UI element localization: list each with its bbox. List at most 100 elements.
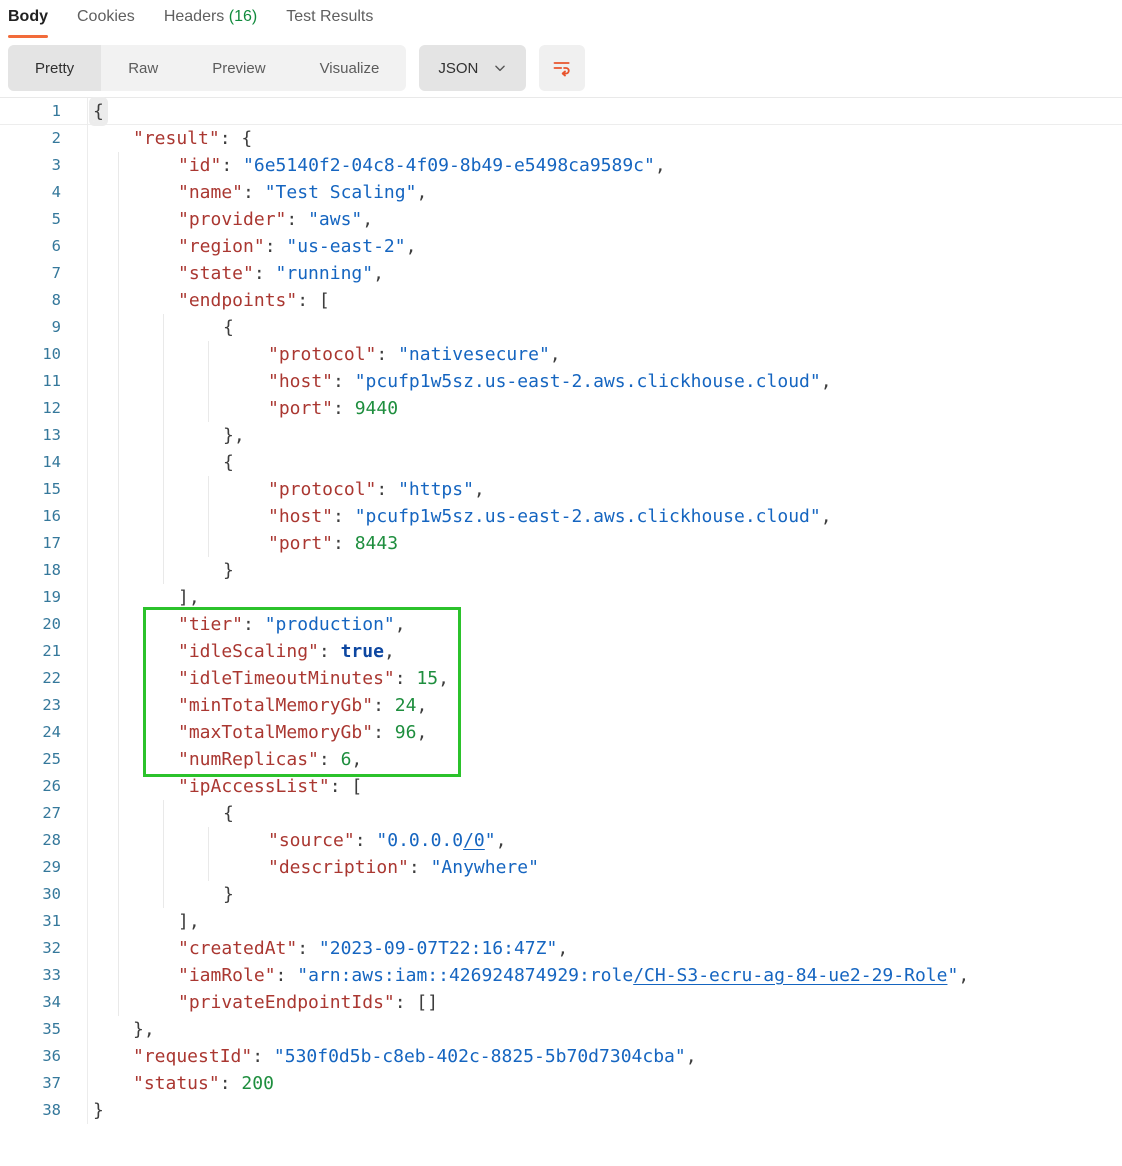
code-token: "port" — [268, 533, 333, 554]
code-token: }, — [133, 1019, 155, 1040]
code-line: 1{ — [0, 98, 1122, 125]
code-token: "description" — [268, 857, 409, 878]
code-token: , — [821, 371, 832, 392]
code-token: "530f0d5b-c8eb-402c-8825-5b70d7304cba" — [274, 1046, 686, 1067]
code-token: 96 — [395, 722, 417, 743]
tab-headers[interactable]: Headers (16) — [164, 8, 257, 38]
indent-guide — [118, 908, 119, 935]
code-token: , — [351, 749, 362, 770]
indent-guide — [118, 179, 119, 206]
line-number: 32 — [0, 935, 88, 962]
line-number: 33 — [0, 962, 88, 989]
indent-guide — [118, 611, 119, 638]
code-token: : — [333, 371, 355, 392]
code-token: : [ — [297, 290, 330, 311]
code-token: "state" — [178, 263, 254, 284]
code-line: 16"host": "pcufp1w5sz.us-east-2.aws.clic… — [0, 503, 1122, 530]
code-line: 5"provider": "aws", — [0, 206, 1122, 233]
line-number: 18 — [0, 557, 88, 584]
auto-link[interactable]: /CH-S3-ecru-ag-84-ue2-29-Role — [633, 965, 947, 986]
code-line: 6"region": "us-east-2", — [0, 233, 1122, 260]
code-token: "pcufp1w5sz.us-east-2.aws.clickhouse.clo… — [355, 371, 821, 392]
wrap-lines-button[interactable] — [539, 45, 585, 91]
code-token: "nativesecure" — [398, 344, 550, 365]
code-line: 38} — [0, 1097, 1122, 1124]
code-token: "numReplicas" — [178, 749, 319, 770]
line-number: 34 — [0, 989, 88, 1016]
indent-guide — [208, 827, 209, 854]
line-number: 15 — [0, 476, 88, 503]
code-token: "0.0.0.0 — [376, 830, 463, 851]
indent-guide — [163, 314, 164, 341]
line-number: 4 — [0, 179, 88, 206]
code-line: 21"idleScaling": true, — [0, 638, 1122, 665]
code-line: 13}, — [0, 422, 1122, 449]
format-select-value: JSON — [438, 60, 478, 77]
code-line: 33"iamRole": "arn:aws:iam::426924874929:… — [0, 962, 1122, 989]
line-number: 24 — [0, 719, 88, 746]
tab-cookies[interactable]: Cookies — [77, 8, 135, 38]
indent-guide — [163, 827, 164, 854]
code-token: "Anywhere" — [431, 857, 539, 878]
view-preview-button[interactable]: Preview — [185, 45, 292, 91]
tab-body-label: Body — [8, 8, 48, 25]
tab-headers-label: Headers — [164, 8, 224, 25]
code-token: , — [496, 830, 507, 851]
indent-guide — [163, 530, 164, 557]
code-token: : — [276, 965, 298, 986]
response-pane: Body Cookies Headers (16) Test Results P… — [0, 0, 1122, 1124]
code-line: 10"protocol": "nativesecure", — [0, 341, 1122, 368]
format-select[interactable]: JSON — [419, 45, 526, 91]
code-token: : — [409, 857, 431, 878]
code-token: : — [333, 398, 355, 419]
code-token: : [ — [330, 776, 363, 797]
indent-guide — [163, 395, 164, 422]
tab-test-results[interactable]: Test Results — [286, 8, 373, 38]
view-pretty-button[interactable]: Pretty — [8, 45, 101, 91]
code-token: : — [221, 155, 243, 176]
indent-guide — [163, 503, 164, 530]
code-token: "provider" — [178, 209, 286, 230]
code-token: "tier" — [178, 614, 243, 635]
code-token: ], — [178, 587, 200, 608]
code-token: 6 — [341, 749, 352, 770]
code-token: "region" — [178, 236, 265, 257]
view-raw-button[interactable]: Raw — [101, 45, 185, 91]
line-number: 23 — [0, 692, 88, 719]
code-token: "production" — [265, 614, 395, 635]
code-token: : — [243, 182, 265, 203]
code-token: "us-east-2" — [286, 236, 405, 257]
code-token: "pcufp1w5sz.us-east-2.aws.clickhouse.clo… — [355, 506, 821, 527]
indent-guide — [163, 476, 164, 503]
indent-guide — [208, 476, 209, 503]
response-body-editor[interactable]: 1{2"result": {3"id": "6e5140f2-04c8-4f09… — [0, 97, 1122, 1124]
line-number: 25 — [0, 746, 88, 773]
indent-guide — [118, 881, 119, 908]
auto-link[interactable]: /0 — [463, 830, 485, 851]
code-token: "https" — [398, 479, 474, 500]
code-token: : — [395, 668, 417, 689]
code-token: : — [373, 695, 395, 716]
indent-guide — [118, 827, 119, 854]
code-token: 200 — [241, 1073, 274, 1094]
indent-guide — [208, 395, 209, 422]
tab-body[interactable]: Body — [8, 8, 48, 38]
indent-guide — [163, 341, 164, 368]
code-token: "port" — [268, 398, 333, 419]
code-token: : — [286, 209, 308, 230]
code-token: , — [362, 209, 373, 230]
view-visualize-button[interactable]: Visualize — [293, 45, 407, 91]
code-token: "id" — [178, 155, 221, 176]
code-line: 7"state": "running", — [0, 260, 1122, 287]
code-token: : — [355, 830, 377, 851]
code-lines: 1{2"result": {3"id": "6e5140f2-04c8-4f09… — [0, 98, 1122, 1124]
code-token: "iamRole" — [178, 965, 276, 986]
code-line: 19], — [0, 584, 1122, 611]
code-line: 23"minTotalMemoryGb": 24, — [0, 692, 1122, 719]
indent-guide — [118, 800, 119, 827]
line-number: 12 — [0, 395, 88, 422]
code-line: 26"ipAccessList": [ — [0, 773, 1122, 800]
line-number: 21 — [0, 638, 88, 665]
indent-guide — [118, 395, 119, 422]
line-number: 37 — [0, 1070, 88, 1097]
